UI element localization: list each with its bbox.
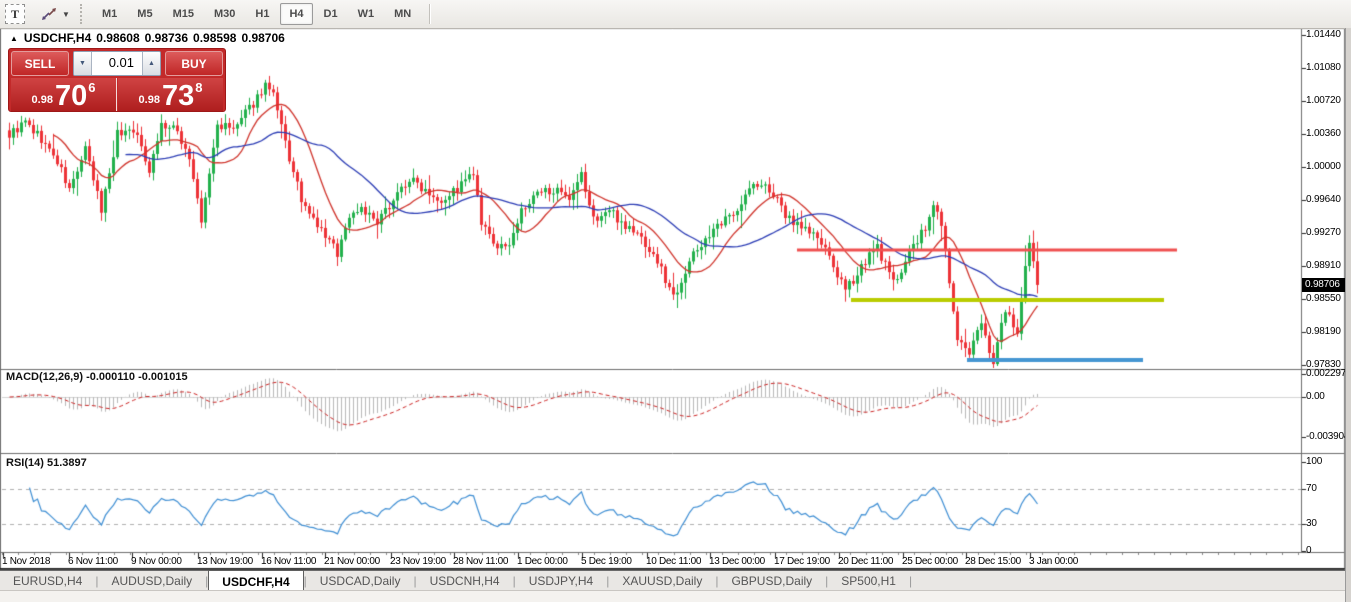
volume-increase-button[interactable]: ▲ xyxy=(142,52,160,75)
one-click-trading-panel: SELL ▼ 0.01 ▲ BUY 0.98 70 6 0.98 73 8 xyxy=(8,48,226,112)
price-axis-tick: 1.00720 xyxy=(1306,95,1341,106)
price-axis-tick: 1.01080 xyxy=(1306,62,1341,73)
volume-decrease-button[interactable]: ▼ xyxy=(74,52,92,75)
price-axis-tick: 1.00000 xyxy=(1306,161,1341,172)
current-price-badge: 0.98706 xyxy=(1302,278,1349,292)
toolbar-grip xyxy=(80,4,86,24)
chart-tab-usdcnh-h4[interactable]: USDCNH,H4 xyxy=(417,571,513,591)
chart-tab-usdcad-daily[interactable]: USDCAD,Daily xyxy=(307,571,414,591)
time-axis-label: 16 Nov 11:00 xyxy=(261,556,316,567)
buy-price-main: 73 xyxy=(162,83,194,109)
timeframe-button-h1[interactable]: H1 xyxy=(246,3,278,25)
timeframe-button-w1[interactable]: W1 xyxy=(349,3,384,25)
chart-tab-usdjpy-h4[interactable]: USDJPY,H4 xyxy=(516,571,606,591)
chart-tab-audusd-daily[interactable]: AUDUSD,Daily xyxy=(98,571,205,591)
time-axis-label: 5 Dec 19:00 xyxy=(581,556,632,567)
time-axis-label: 20 Dec 11:00 xyxy=(838,556,893,567)
rsi-axis-tick: 30 xyxy=(1306,518,1317,529)
tab-separator: | xyxy=(909,571,912,591)
buy-price-display[interactable]: 0.98 73 8 xyxy=(118,78,223,111)
timeframe-bar: M1M5M15M30H1H4D1W1MN xyxy=(92,0,421,28)
price-axis-tick: 1.01440 xyxy=(1306,29,1341,40)
chevron-down-icon[interactable]: ▼ xyxy=(62,10,72,19)
buy-button[interactable]: BUY xyxy=(165,51,223,76)
macd-label: MACD(12,26,9) -0.000110 -0.001015 xyxy=(6,371,188,383)
time-axis-label: 13 Nov 19:00 xyxy=(197,556,253,567)
right-gutter xyxy=(1345,28,1351,602)
time-axis-label: 25 Dec 00:00 xyxy=(902,556,958,567)
price-axis-tick: 0.98910 xyxy=(1306,260,1341,271)
ohlc-open: 0.98608 xyxy=(96,31,139,45)
macd-axis-tick: 0.00 xyxy=(1306,391,1325,402)
chart-tabs-bar: EURUSD,H4|AUDUSD,Daily|USDCHF,H4|USDCAD,… xyxy=(0,570,1345,591)
text-tool-button[interactable]: T xyxy=(5,4,25,24)
sell-button[interactable]: SELL xyxy=(11,51,69,76)
chart-tab-sp500-h1[interactable]: SP500,H1 xyxy=(828,571,909,591)
time-axis-label: 10 Dec 11:00 xyxy=(646,556,701,567)
timeframe-button-h4[interactable]: H4 xyxy=(280,3,312,25)
price-axis-tick: 1.00360 xyxy=(1306,128,1341,139)
time-axis-label: 1 Nov 2018 xyxy=(2,556,50,567)
buy-price-prefix: 0.98 xyxy=(139,94,160,106)
price-axis-tick: 0.98190 xyxy=(1306,326,1341,337)
timeframe-button-d1[interactable]: D1 xyxy=(315,3,347,25)
volume-input[interactable]: 0.01 xyxy=(92,52,142,75)
chart-tab-eurusd-h4[interactable]: EURUSD,H4 xyxy=(0,571,95,591)
timeframe-button-m15[interactable]: M15 xyxy=(164,3,203,25)
chart-tab-xauusd-daily[interactable]: XAUUSD,Daily xyxy=(609,571,715,591)
time-axis-label: 17 Dec 19:00 xyxy=(774,556,830,567)
timeframe-button-mn[interactable]: MN xyxy=(385,3,420,25)
chart-tab-gbpusd-daily[interactable]: GBPUSD,Daily xyxy=(718,571,825,591)
time-axis-label: 3 Jan 00:00 xyxy=(1029,556,1078,567)
time-axis-label: 21 Nov 00:00 xyxy=(324,556,380,567)
mt4-window: T ▼ M1M5M15M30H1H4D1W1MN ▲ USDCHF,H4 0.9… xyxy=(0,0,1351,602)
ohlc-high: 0.98736 xyxy=(145,31,188,45)
rsi-axis-tick: 100 xyxy=(1306,456,1322,467)
toolbar-separator xyxy=(429,4,431,24)
sell-price-sup: 6 xyxy=(88,80,95,95)
time-axis-label: 23 Nov 19:00 xyxy=(390,556,446,567)
price-axis-tick: 0.99270 xyxy=(1306,227,1341,238)
timeframe-button-m5[interactable]: M5 xyxy=(128,3,161,25)
sell-price-display[interactable]: 0.98 70 6 xyxy=(11,78,117,111)
time-axis-label: 9 Nov 00:00 xyxy=(131,556,182,567)
volume-stepper: ▼ 0.01 ▲ xyxy=(73,51,161,76)
macd-axis-tick: -0.003904 xyxy=(1306,431,1349,442)
timeframe-button-m30[interactable]: M30 xyxy=(205,3,244,25)
sell-price-main: 70 xyxy=(55,83,87,109)
macd-axis-tick: 0.002297 xyxy=(1306,368,1346,379)
ohlc-low: 0.98598 xyxy=(193,31,236,45)
time-axis-label: 6 Nov 11:00 xyxy=(68,556,118,567)
buy-price-sup: 8 xyxy=(195,80,202,95)
time-axis-label: 1 Dec 00:00 xyxy=(517,556,568,567)
time-axis-label: 13 Dec 00:00 xyxy=(709,556,765,567)
sell-price-prefix: 0.98 xyxy=(32,94,53,106)
time-axis-label: 28 Dec 15:00 xyxy=(965,556,1021,567)
chart-info-line: ▲ USDCHF,H4 0.98608 0.98736 0.98598 0.98… xyxy=(10,31,290,45)
top-toolbar: T ▼ M1M5M15M30H1H4D1W1MN xyxy=(0,0,1351,29)
rsi-label: RSI(14) 51.3897 xyxy=(6,457,87,469)
collapse-arrow-icon[interactable]: ▲ xyxy=(10,34,18,43)
price-axis-tick: 0.99640 xyxy=(1306,194,1341,205)
rsi-axis-tick: 70 xyxy=(1306,483,1317,494)
ohlc-close: 0.98706 xyxy=(241,31,284,45)
arrows-icon[interactable] xyxy=(39,5,59,23)
chart-tab-usdchf-h4[interactable]: USDCHF,H4 xyxy=(208,570,303,591)
price-axis-tick: 0.98550 xyxy=(1306,293,1341,304)
status-bar xyxy=(0,590,1345,602)
rsi-axis-tick: 0 xyxy=(1306,545,1311,556)
time-axis-label: 28 Nov 11:00 xyxy=(453,556,508,567)
timeframe-button-m1[interactable]: M1 xyxy=(93,3,126,25)
chart-symbol: USDCHF,H4 xyxy=(24,31,91,45)
